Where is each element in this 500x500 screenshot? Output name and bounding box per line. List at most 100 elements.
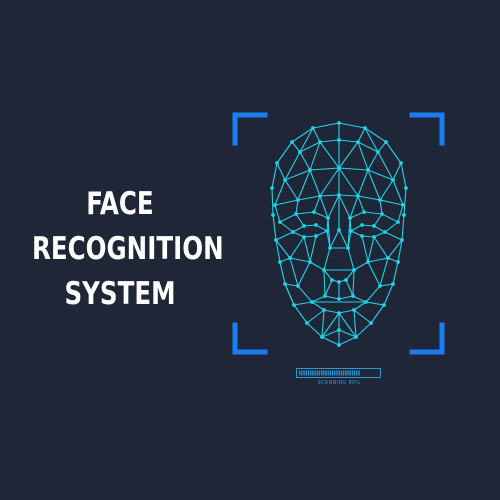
mesh-line	[384, 231, 403, 241]
mesh-line	[295, 199, 299, 215]
progress-segment	[349, 370, 351, 376]
mesh-node	[323, 294, 327, 298]
mesh-line	[279, 211, 329, 223]
mesh-node	[369, 321, 373, 325]
face-recognition-graphic: FACE RECOGNITION SYSTEM SCANNING 80%	[0, 0, 500, 500]
mesh-line	[289, 257, 299, 287]
mesh-line	[289, 257, 311, 263]
mesh-node	[275, 161, 279, 165]
mesh-line	[299, 151, 311, 171]
mesh-line	[312, 127, 321, 143]
mesh-node	[302, 224, 306, 228]
mesh-node	[356, 194, 360, 198]
scan-progress-bar	[296, 368, 381, 378]
mesh-line	[392, 179, 404, 206]
scan-status-text: SCANNING 80%	[317, 380, 361, 386]
mesh-line	[377, 151, 394, 181]
mesh-line	[379, 179, 394, 201]
mesh-line	[324, 279, 333, 297]
mesh-line	[284, 179, 299, 201]
mesh-node	[383, 230, 387, 234]
mesh-node	[322, 268, 326, 272]
progress-segment	[329, 370, 332, 376]
mesh-node	[291, 230, 295, 234]
mesh-node	[311, 126, 315, 130]
mesh-line	[377, 141, 387, 153]
mesh-node	[360, 234, 364, 238]
mesh-node	[326, 216, 330, 220]
mesh-node	[346, 246, 350, 250]
mesh-node	[360, 223, 364, 227]
mesh-line	[353, 261, 369, 271]
mesh-line	[338, 167, 359, 197]
mesh-node	[305, 321, 309, 325]
progress-segment	[340, 370, 343, 376]
mesh-node	[372, 224, 376, 228]
progress-segment	[345, 370, 347, 376]
mesh-node	[271, 213, 275, 217]
progress-segment	[334, 370, 336, 376]
mesh-line	[319, 141, 340, 169]
mesh-node	[278, 260, 282, 264]
mesh-node	[404, 186, 408, 190]
progress-bar-fill	[299, 370, 360, 376]
mesh-node	[314, 234, 318, 238]
progress-segment	[338, 370, 340, 376]
mesh-line	[345, 279, 354, 297]
mesh-line	[373, 213, 383, 227]
mesh-node	[382, 303, 386, 307]
mesh-line	[357, 195, 365, 213]
mesh-node	[337, 166, 341, 170]
mesh-node	[366, 260, 370, 264]
progress-segment	[299, 370, 301, 376]
mesh-line	[276, 162, 286, 181]
mesh-node	[354, 335, 358, 339]
mesh-node	[348, 216, 352, 220]
progress-segment	[310, 370, 312, 376]
mesh-node	[344, 278, 348, 282]
mesh-line	[319, 167, 340, 197]
progress-segment	[307, 370, 310, 376]
progress-segment	[356, 370, 358, 376]
progress-segment	[303, 370, 305, 376]
mesh-node	[356, 140, 360, 144]
mesh-node	[386, 256, 390, 260]
face-scan-illustration	[232, 112, 445, 378]
mesh-line	[353, 309, 372, 324]
progress-segment	[314, 370, 316, 376]
progress-segment	[305, 370, 307, 376]
mesh-node	[337, 328, 341, 332]
mesh-node	[401, 203, 405, 207]
mesh-node	[273, 203, 277, 207]
mesh-node	[396, 220, 400, 224]
progress-segment	[321, 370, 323, 376]
mesh-line	[327, 194, 340, 219]
mesh-node	[278, 220, 282, 224]
mesh-line	[284, 283, 299, 287]
mesh-node	[337, 280, 341, 284]
mesh-node	[320, 335, 324, 339]
mesh-node	[283, 178, 287, 182]
mesh-node	[330, 278, 334, 282]
mesh-line	[357, 169, 369, 197]
mesh-node	[399, 161, 403, 165]
mesh-node	[391, 178, 395, 182]
mesh-line	[367, 261, 381, 287]
bracket-bottom-right-icon	[409, 322, 445, 355]
mesh-line	[279, 221, 294, 233]
mesh-node	[352, 268, 356, 272]
progress-segment	[327, 370, 329, 376]
mesh-line	[352, 269, 355, 297]
mesh-node	[376, 150, 380, 154]
mesh-line	[349, 211, 399, 223]
mesh-node	[310, 300, 314, 304]
progress-segment	[316, 370, 318, 376]
mesh-line	[397, 204, 404, 223]
progress-segment	[323, 370, 325, 376]
mesh-line	[323, 269, 326, 297]
progress-segment	[343, 370, 345, 376]
mesh-line	[338, 141, 359, 169]
mesh-node	[328, 246, 332, 250]
mesh-line	[293, 301, 313, 306]
mesh-line	[274, 204, 281, 223]
